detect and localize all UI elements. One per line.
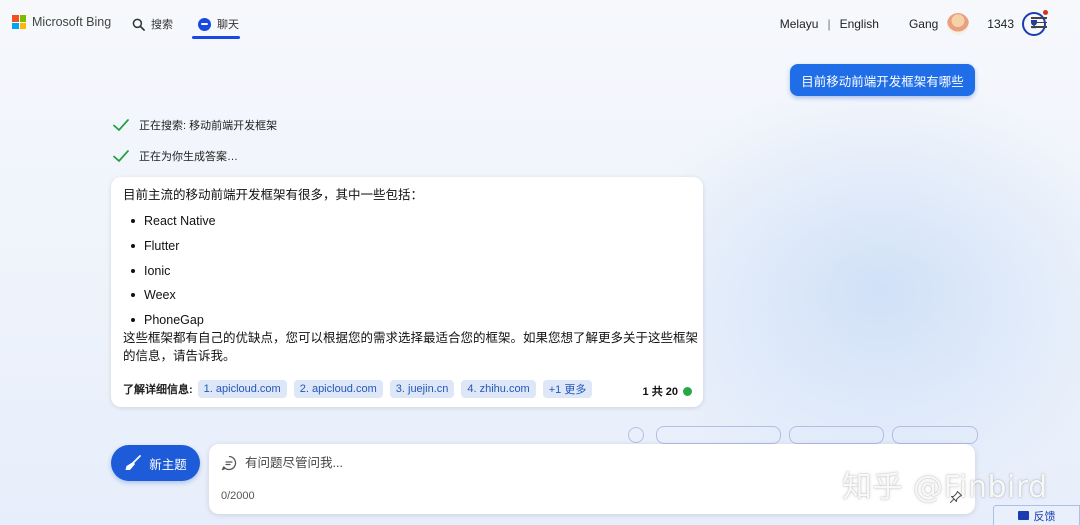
language-malay-link[interactable]: Melayu bbox=[780, 17, 819, 31]
hamburger-menu-icon[interactable] bbox=[1031, 17, 1047, 28]
watermark: 知乎 @Finbird bbox=[842, 470, 1048, 505]
microsoft-logo-icon bbox=[12, 15, 26, 29]
header-right: Melayu | English Gang 1343 bbox=[780, 10, 1048, 36]
learn-more-row: 了解详细信息: 1. apicloud.com 2. apicloud.com … bbox=[123, 380, 599, 398]
tab-search-label: 搜索 bbox=[151, 19, 173, 31]
language-separator: | bbox=[827, 17, 831, 31]
citation-link[interactable]: 1. apicloud.com bbox=[197, 380, 287, 398]
top-bar: Microsoft Bing 搜索 聊天 Melayu | English Ga… bbox=[0, 0, 1080, 46]
feedback-button[interactable]: 反馈 bbox=[993, 505, 1080, 525]
bing-logo[interactable]: Microsoft Bing bbox=[12, 15, 111, 29]
framework-list: React Native Flutter Ionic Weex PhoneGap bbox=[123, 209, 216, 332]
status-dot bbox=[683, 386, 692, 396]
chat-prompt-icon bbox=[221, 455, 237, 471]
answer-outro: 这些框架都有自己的优缺点，您可以根据您的需求选择最适合您的框架。如果您想了解更多… bbox=[123, 331, 699, 363]
list-item: React Native bbox=[123, 209, 216, 234]
citation-link[interactable]: 2. apicloud.com bbox=[293, 380, 383, 398]
broom-icon bbox=[125, 455, 142, 470]
answer-card: 目前主流的移动前端开发框架有很多，其中一些包括： React Native Fl… bbox=[111, 177, 703, 407]
search-step: 正在搜索: 移动前端开发框架 bbox=[112, 116, 277, 134]
answer-intro: 目前主流的移动前端开发框架有很多，其中一些包括： bbox=[123, 188, 424, 202]
reward-points[interactable]: 1343 bbox=[987, 17, 1014, 31]
checkmark-icon bbox=[113, 119, 129, 131]
char-count: 0/2000 bbox=[221, 490, 255, 502]
more-citations-link[interactable]: +1 更多 bbox=[542, 380, 593, 398]
active-tab-indicator bbox=[192, 36, 240, 39]
tab-chat-label: 聊天 bbox=[217, 19, 239, 31]
list-item: Ionic bbox=[123, 258, 216, 283]
list-item: Flutter bbox=[123, 234, 216, 259]
user-message-text: 目前移动前端开发框架有哪些 bbox=[801, 74, 964, 89]
generating-step-text: 正在为你生成答案… bbox=[139, 151, 238, 163]
chat-input[interactable] bbox=[245, 453, 925, 473]
list-item: PhoneGap bbox=[123, 308, 216, 333]
turn-counter-text: 1 共 20 bbox=[642, 386, 678, 398]
user-message-bubble: 目前移动前端开发框架有哪些 bbox=[790, 64, 975, 96]
new-topic-label: 新主题 bbox=[149, 457, 187, 472]
chat-bubble-icon bbox=[198, 17, 211, 31]
tab-search[interactable]: 搜索 bbox=[132, 10, 173, 38]
feedback-label: 反馈 bbox=[1033, 510, 1056, 523]
new-topic-button[interactable]: 新主题 bbox=[111, 445, 200, 481]
learn-more-label: 了解详细信息: bbox=[123, 384, 193, 396]
notification-dot bbox=[1043, 10, 1048, 15]
avatar[interactable] bbox=[947, 13, 970, 35]
help-icon[interactable] bbox=[628, 427, 644, 443]
logo-text: Microsoft Bing bbox=[32, 15, 112, 29]
suggestion-chips bbox=[628, 426, 978, 444]
search-step-text: 正在搜索: 移动前端开发框架 bbox=[139, 120, 278, 132]
user-name[interactable]: Gang bbox=[909, 17, 938, 31]
list-item: Weex bbox=[123, 283, 216, 308]
suggestion-chip[interactable] bbox=[656, 426, 781, 444]
checkmark-icon bbox=[113, 150, 129, 162]
suggestion-chip[interactable] bbox=[789, 426, 884, 444]
suggestion-chip[interactable] bbox=[892, 426, 978, 444]
tab-chat[interactable]: 聊天 bbox=[198, 10, 239, 38]
search-icon bbox=[132, 18, 145, 31]
turn-counter: 1 共 20 bbox=[643, 383, 692, 399]
generating-step: 正在为你生成答案… bbox=[112, 147, 238, 165]
citation-link[interactable]: 3. juejin.cn bbox=[389, 380, 455, 398]
citation-link[interactable]: 4. zhihu.com bbox=[461, 380, 536, 398]
language-english-link[interactable]: English bbox=[840, 17, 879, 31]
feedback-icon bbox=[1017, 511, 1029, 520]
